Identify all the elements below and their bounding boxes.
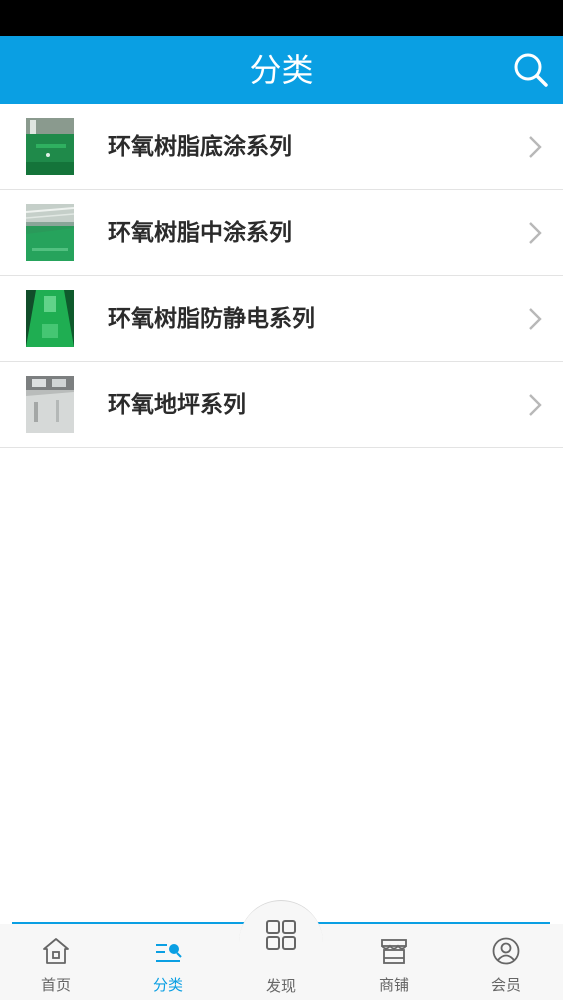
tab-store[interactable]: 商铺 (349, 924, 439, 1000)
category-list: 环氧树脂底涂系列 环氧树脂中涂系列 环氧树脂防静电系列 环氧地坪系列 (0, 104, 563, 448)
status-bar (0, 0, 563, 36)
category-thumbnail (26, 290, 74, 347)
search-icon (514, 53, 548, 87)
home-icon (43, 938, 69, 964)
search-button[interactable] (511, 50, 551, 90)
app-header: 分类 (0, 36, 563, 104)
tab-label: 首页 (40, 976, 71, 994)
tab-label: 分类 (152, 976, 183, 994)
tab-label: 商铺 (378, 976, 409, 994)
page-title: 分类 (249, 51, 314, 89)
category-label: 环氧树脂中涂系列 (108, 220, 292, 246)
category-icon (156, 944, 182, 962)
chevron-right-icon (529, 222, 542, 244)
grid-icon (266, 920, 296, 950)
category-item-midcoat[interactable]: 环氧树脂中涂系列 (0, 190, 563, 276)
category-thumbnail (26, 376, 74, 433)
tab-label: 会员 (490, 976, 521, 994)
chevron-right-icon (529, 394, 542, 416)
category-item-floor[interactable]: 环氧地坪系列 (0, 362, 563, 448)
category-thumbnail (26, 204, 74, 261)
tab-label: 发现 (265, 977, 296, 995)
store-icon (381, 939, 407, 964)
user-icon (492, 937, 520, 965)
category-label: 环氧树脂底涂系列 (108, 134, 292, 160)
category-item-antistatic[interactable]: 环氧树脂防静电系列 (0, 276, 563, 362)
category-label: 环氧地坪系列 (108, 392, 246, 418)
tab-discover[interactable]: 发现 (236, 912, 326, 1000)
tab-home[interactable]: 首页 (11, 924, 101, 1000)
category-label: 环氧树脂防静电系列 (108, 306, 315, 332)
category-thumbnail (26, 118, 74, 175)
tab-member[interactable]: 会员 (461, 924, 551, 1000)
tab-category[interactable]: 分类 (123, 924, 213, 1000)
category-item-primer[interactable]: 环氧树脂底涂系列 (0, 104, 563, 190)
chevron-right-icon (529, 308, 542, 330)
chevron-right-icon (529, 136, 542, 158)
